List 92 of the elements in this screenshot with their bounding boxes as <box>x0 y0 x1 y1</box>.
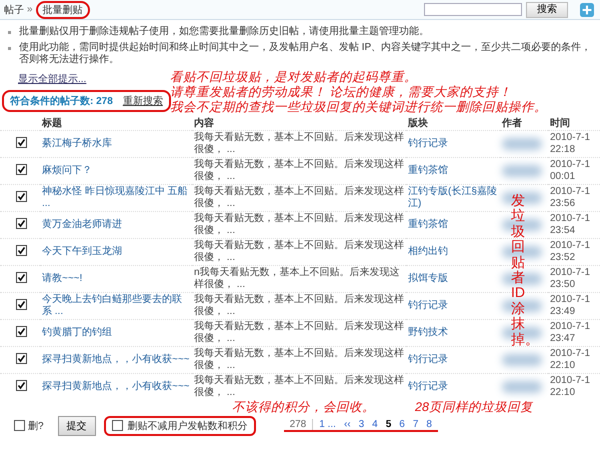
breadcrumb-item[interactable]: 帖子 <box>4 2 24 16</box>
keep-points-option[interactable]: 删贴不减用户发帖数和积分 <box>104 416 256 436</box>
annotation-text: 请尊重发贴者的劳动成果！ 论坛的健康，需要大家的支持！ <box>170 84 512 100</box>
page-link[interactable]: 1 ... <box>317 419 338 430</box>
post-time: 2010-7-1 22:10 <box>550 348 592 372</box>
post-content: 我每天看贴无数，基本上不回贴。后来发现这样很傻， ... <box>194 240 404 264</box>
post-title-link[interactable]: 请教~~~! <box>42 272 190 284</box>
post-title-link[interactable]: 钓黄腊丁的钓组 <box>42 326 190 338</box>
page-link[interactable]: 6 <box>397 419 407 430</box>
post-title-link[interactable]: 今天下午到玉龙湖 <box>42 246 190 258</box>
delete-label: 删? <box>28 420 44 432</box>
page-link[interactable]: 8 <box>424 419 434 430</box>
post-time: 2010-7-1 23:52 <box>550 240 592 264</box>
post-content: 我每天看贴无数，基本上不回贴。后来发现这样很傻， ... <box>194 294 404 318</box>
row-checkbox[interactable] <box>16 380 27 392</box>
post-content: 我每天看贴无数，基本上不回贴。后来发现这样很傻， ... <box>194 348 404 372</box>
annotation-text: 我会不定期的查找一些垃圾回复的关键词进行统一删除回贴操作。 <box>170 100 547 114</box>
post-title-link[interactable]: 探寻扫黄新地点，，小有收获~~~ <box>42 380 190 392</box>
post-title-link[interactable]: 綦江梅子桥水库 <box>42 138 190 150</box>
column-header: 标题 <box>40 116 192 130</box>
post-time: 2010-7-1 23:56 <box>550 186 592 210</box>
row-checkbox[interactable] <box>16 353 27 364</box>
keep-points-checkbox[interactable] <box>112 420 123 431</box>
blurred-author <box>502 380 542 392</box>
page-link[interactable]: 5 <box>384 419 394 430</box>
row-checkbox[interactable] <box>16 137 27 148</box>
annotation-text: 28页同样的垃圾回复 <box>415 400 533 416</box>
row-checkbox[interactable] <box>16 218 27 230</box>
forum-link[interactable]: 重钓茶馆 <box>408 164 498 176</box>
page-link[interactable]: 7 <box>410 419 420 430</box>
research-link[interactable]: 重新搜索 <box>122 94 163 108</box>
post-time: 2010-7-1 22:10 <box>550 374 592 398</box>
breadcrumb-separator: » <box>27 4 33 15</box>
blurred-author <box>502 138 542 150</box>
plus-icon[interactable] <box>580 2 594 16</box>
row-checkbox[interactable] <box>16 326 27 338</box>
tip-text: 使用此功能，需同时提供起始时间和终止时间其中之一，及发帖用户名、发帖 IP、内容关键字其中之一，至少共二项必要的条件，否则将无法进行操作。 <box>19 42 592 66</box>
blurred-author <box>502 272 542 284</box>
annotation-text: 看贴不回垃圾贴，是对发贴者的起码尊重。 <box>170 70 417 84</box>
row-checkbox[interactable] <box>16 299 27 310</box>
forum-link[interactable]: 钓行记录 <box>408 380 498 392</box>
post-content: 我每天看贴无数，基本上不回贴。后来发现这样很傻， ... <box>194 186 404 210</box>
submit-button[interactable]: 提交 <box>58 416 96 436</box>
blurred-author <box>502 354 542 366</box>
bullet-icon <box>8 46 11 50</box>
forum-link[interactable]: 相约出钓 <box>408 246 498 258</box>
post-title-link[interactable]: 探寻扫黄新地点，，小有收获~~~ <box>42 354 190 366</box>
forum-link[interactable]: 重钓茶馆 <box>408 218 498 230</box>
post-time: 2010-7-1 22:18 <box>550 132 592 156</box>
post-time: 2010-7-1 23:49 <box>550 294 592 318</box>
column-header: 作者 <box>500 116 548 130</box>
forum-link[interactable]: 钓行记录 <box>408 300 498 312</box>
post-title-link[interactable]: 黄万金油老师请进 <box>42 218 190 230</box>
bullet-icon <box>8 31 11 34</box>
post-title-link[interactable]: 神秘水怪 昨日惊现嘉陵江中 五船 ... <box>42 186 190 210</box>
row-checkbox[interactable] <box>16 191 27 202</box>
forum-link[interactable]: 江钓专版(长江§嘉陵江) <box>408 186 498 210</box>
show-all-tips-link[interactable]: 显示全部提示... <box>18 72 86 86</box>
post-content: 我每天看贴无数，基本上不回贴。后来发现这样很傻， ... <box>194 158 404 182</box>
post-time: 2010-7-1 23:47 <box>550 320 592 344</box>
column-header: 时间 <box>548 116 600 130</box>
post-content: 我每天看贴无数，基本上不回贴。后来发现这样很傻， ... <box>194 320 404 344</box>
row-checkbox[interactable] <box>16 272 27 284</box>
page-link[interactable]: ‹‹ <box>342 419 353 430</box>
forum-link[interactable]: 钓行记录 <box>408 138 498 150</box>
result-count: 符合条件的帖子数: 278 <box>10 94 113 108</box>
forum-link[interactable]: 钓行记录 <box>408 354 498 366</box>
post-content: 我每天看贴无数，基本上不回贴。后来发现这样很傻， ... <box>194 212 404 236</box>
post-content: 我每天看贴无数，基本上不回贴。后来发现这样很傻， ... <box>194 132 404 156</box>
row-checkbox[interactable] <box>16 164 27 176</box>
breadcrumb-item[interactable]: 批量删贴 <box>36 0 90 18</box>
page-link[interactable]: 3 <box>356 419 366 430</box>
post-content: n我每天看贴无数，基本上不回贴。后来发现这样很傻， ... <box>194 266 401 290</box>
search-field[interactable] <box>424 3 522 16</box>
total-count: 278 <box>288 419 314 430</box>
blurred-author <box>502 164 542 176</box>
search-button[interactable]: 搜索 <box>526 2 568 18</box>
post-time: 2010-7-1 23:50 <box>550 266 592 290</box>
post-time: 2010-7-1 23:54 <box>550 212 592 236</box>
tip-text: 批量删贴仅用于删除违规帖子使用，如您需要批量删除历史旧帖，请使用批量主题管理功能。 <box>19 26 429 38</box>
post-title-link[interactable]: 今天晚上去钓白鲢那些要去的联系 ... <box>42 294 190 318</box>
post-time: 2010-7-1 00:01 <box>550 158 592 182</box>
row-checkbox[interactable] <box>16 245 27 256</box>
column-header: 内容 <box>192 116 406 130</box>
forum-link[interactable]: 拟饵专版 <box>408 272 498 284</box>
delete-checkbox[interactable] <box>14 420 25 431</box>
post-content: 我每天看贴无数，基本上不回贴。后来发现这样很傻， ... <box>194 374 404 398</box>
annotation-text: 不该得的积分，会回收。 <box>232 400 375 416</box>
forum-link[interactable]: 野钓技术 <box>408 326 498 338</box>
page-link[interactable]: 4 <box>370 419 380 430</box>
post-title-link[interactable]: 麻烦问下？ <box>42 164 190 176</box>
column-header: 版块 <box>406 116 500 130</box>
